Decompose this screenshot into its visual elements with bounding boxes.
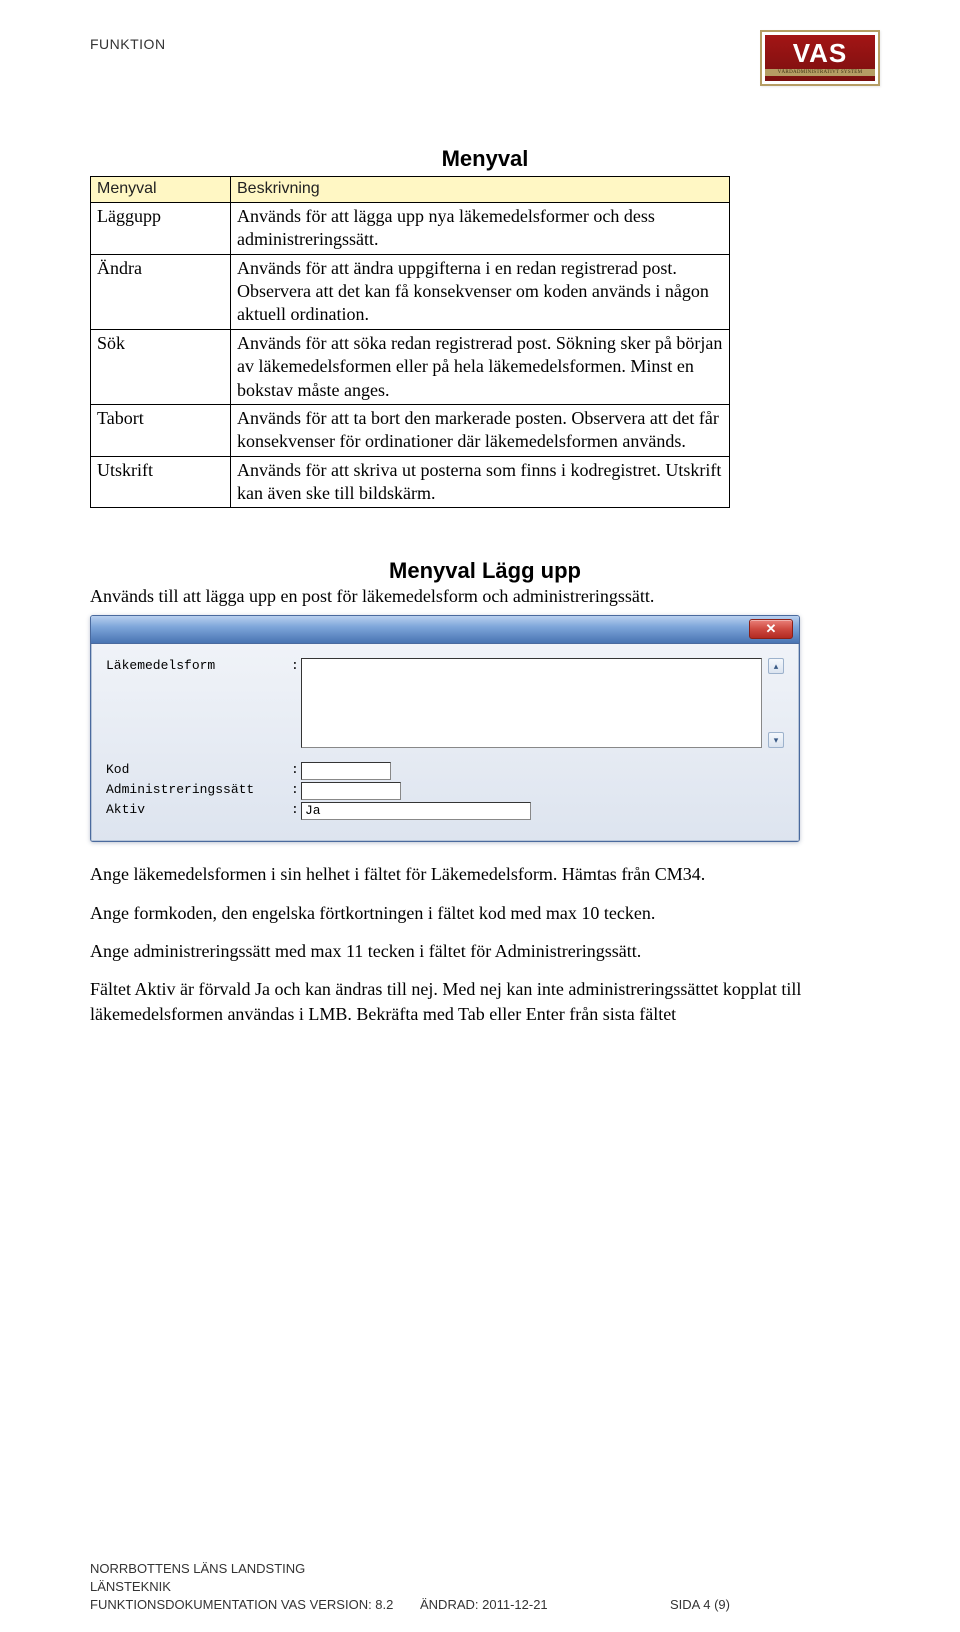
scrollbar[interactable]: ▴ ▾: [768, 658, 784, 748]
logo: VAS VÅRDADMINISTRATIVT SYSTEM: [760, 30, 880, 86]
laggupp-dialog: ✕ Läkemedelsform : ▴ ▾ Kod : Administrer…: [90, 615, 800, 842]
paragraph-2: Ange formkoden, den engelska förtkortnin…: [90, 901, 810, 925]
paragraph-1: Ange läkemedelsformen i sin helhet i fäl…: [90, 862, 810, 886]
table-row: Tabort Används för att ta bort den marke…: [91, 404, 730, 456]
menyval-row-name: Sök: [91, 329, 231, 404]
paragraph-3: Ange administreringssätt med max 11 teck…: [90, 939, 810, 963]
page-footer: NORRBOTTENS LÄNS LANDSTING LÄNSTEKNIK FU…: [90, 1558, 880, 1612]
menyval-row-name: Ändra: [91, 254, 231, 329]
header-left-label: FUNKTION: [90, 30, 166, 52]
menyval-row-name: Läggupp: [91, 202, 231, 254]
laggupp-desc: Används till att lägga upp en post för l…: [90, 586, 880, 607]
menyval-row-name: Tabort: [91, 404, 231, 456]
scroll-up-icon[interactable]: ▴: [768, 658, 784, 674]
close-button[interactable]: ✕: [749, 619, 793, 639]
menyval-row-desc: Används för att lägga upp nya läkemedels…: [231, 202, 730, 254]
table-row: Sök Används för att söka redan registrer…: [91, 329, 730, 404]
colon: :: [291, 782, 301, 797]
colon: :: [291, 658, 301, 673]
footer-org: NORRBOTTENS LÄNS LANDSTING: [90, 1561, 420, 1576]
laggupp-title: Menyval Lägg upp: [90, 558, 880, 584]
admin-input[interactable]: [301, 782, 401, 800]
aktiv-input[interactable]: Ja: [301, 802, 531, 820]
colon: :: [291, 802, 301, 817]
logo-text: VAS: [793, 40, 848, 66]
footer-changed: ÄNDRAD: 2011-12-21: [420, 1597, 670, 1612]
menyval-row-desc: Används för att ta bort den markerade po…: [231, 404, 730, 456]
kod-input[interactable]: [301, 762, 391, 780]
admin-label: Administreringssätt: [106, 782, 291, 797]
dialog-titlebar: ✕: [91, 616, 799, 644]
dialog-body: Läkemedelsform : ▴ ▾ Kod : Administrerin…: [91, 644, 799, 841]
close-icon: ✕: [766, 621, 777, 637]
menyval-row-desc: Används för att söka redan registrerad p…: [231, 329, 730, 404]
lakemedelsform-label: Läkemedelsform: [106, 658, 291, 673]
paragraph-4: Fältet Aktiv är förvald Ja och kan ändra…: [90, 977, 810, 1026]
scroll-down-icon[interactable]: ▾: [768, 732, 784, 748]
kod-label: Kod: [106, 762, 291, 777]
page-header: FUNKTION VAS VÅRDADMINISTRATIVT SYSTEM: [90, 30, 880, 86]
aktiv-label: Aktiv: [106, 802, 291, 817]
menyval-table: Menyval Beskrivning Läggupp Används för …: [90, 176, 730, 508]
lakemedelsform-textarea[interactable]: [301, 658, 762, 748]
menyval-title: Menyval: [90, 146, 880, 172]
menyval-header-col1: Menyval: [91, 177, 231, 203]
footer-dept: LÄNSTEKNIK: [90, 1579, 420, 1594]
logo-subtitle: VÅRDADMINISTRATIVT SYSTEM: [765, 69, 875, 76]
table-row: Ändra Används för att ändra uppgifterna …: [91, 254, 730, 329]
menyval-row-desc: Används för att skriva ut posterna som f…: [231, 456, 730, 508]
colon: :: [291, 762, 301, 777]
menyval-header-col2: Beskrivning: [231, 177, 730, 203]
menyval-row-name: Utskrift: [91, 456, 231, 508]
table-row: Utskrift Används för att skriva ut poste…: [91, 456, 730, 508]
menyval-row-desc: Används för att ändra uppgifterna i en r…: [231, 254, 730, 329]
table-row: Läggupp Används för att lägga upp nya lä…: [91, 202, 730, 254]
footer-page: SIDA 4 (9): [670, 1597, 730, 1612]
footer-doc: FUNKTIONSDOKUMENTATION VAS VERSION: 8.2: [90, 1597, 420, 1612]
